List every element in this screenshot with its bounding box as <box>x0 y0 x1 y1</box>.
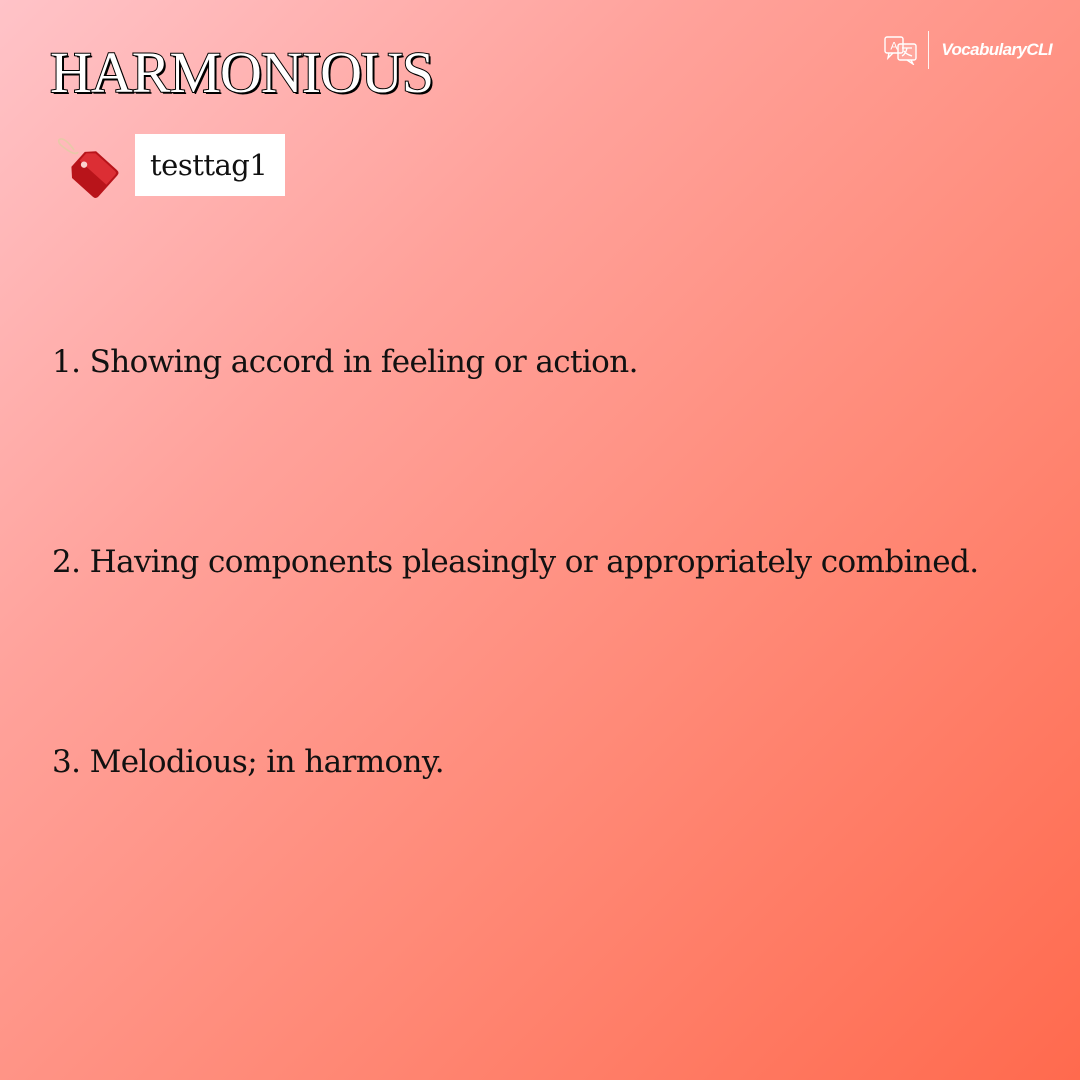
definition-2: 2. Having components pleasingly or appro… <box>52 544 979 580</box>
svg-text:A: A <box>890 41 898 53</box>
tag-icon <box>58 138 119 199</box>
tag-row: testtag1 <box>52 130 286 200</box>
translate-icon: A <box>884 36 917 65</box>
definition-1: 1. Showing accord in feeling or action. <box>52 344 638 380</box>
tag-label: testtag1 <box>135 134 286 196</box>
brand: A VocabularyCLI <box>884 30 1053 70</box>
word-title: HARMONIOUS <box>49 40 435 105</box>
definition-3: 3. Melodious; in harmony. <box>52 744 445 780</box>
brand-divider <box>927 31 930 69</box>
brand-name: VocabularyCLI <box>941 40 1052 59</box>
